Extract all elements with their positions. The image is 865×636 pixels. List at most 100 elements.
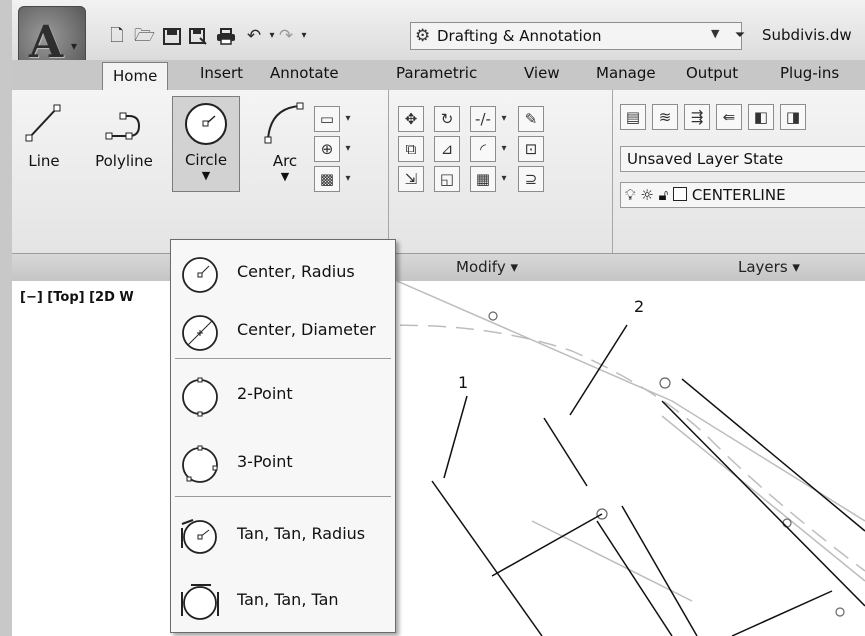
circle-tan-tan-tan-icon [181,584,219,620]
current-layer-select[interactable]: 💡︎ ☼ 🔓︎ CENTERLINE [620,182,865,208]
layers-panel-label: Layers [738,258,788,276]
save-icon[interactable] [162,28,182,45]
menu-item-label: 2-Point [237,384,293,403]
layers-panel-title[interactable]: Layers ▾ [738,258,800,276]
circle-dropdown-menu: Center, Radius Center, Diameter 2-Point … [170,239,396,633]
circle-center-diameter-icon [182,315,218,351]
sun-icon: ☼ [640,186,654,204]
layer-state-icon[interactable]: ≋ [652,104,678,130]
circle-icon [185,103,227,145]
chevron-down-icon[interactable]: ▾ [498,136,510,162]
tab-manage[interactable]: Manage [596,64,656,82]
tab-annotate[interactable]: Annotate [270,64,339,82]
offset-icon[interactable]: ⊇ [518,166,544,192]
move-icon[interactable]: ✥ [398,106,424,132]
menu-item-label: Tan, Tan, Radius [237,524,366,543]
circle-center-radius-icon [182,257,218,293]
circle-3-point-icon [182,445,218,483]
layer-isolate-icon[interactable]: ◧ [748,104,774,130]
circle-tan-tan-radius-icon [181,519,217,554]
chevron-down-icon[interactable]: ▾ [342,166,354,192]
menu-item-2-point[interactable]: 2-Point [171,366,395,422]
ribbon-panels: Line Polyline Circle ▼ Arc ▼ ▭ ▾ ⊕ ▾ ▩ ▾… [12,90,865,283]
fillet-icon[interactable]: ◜ [470,136,496,162]
circle-button[interactable]: Circle ▼ [172,96,240,192]
arc-button[interactable]: Arc ▼ [260,98,310,183]
redo-icon[interactable]: ↷ [276,28,296,45]
tab-home[interactable]: Home [102,62,169,90]
layer-state-select[interactable]: Unsaved Layer State [620,146,865,172]
layer-previous-icon[interactable]: ⇚ [716,104,742,130]
chevron-down-icon[interactable]: ▾ [342,136,354,162]
menu-separator [175,496,391,497]
circle-label: Circle [184,151,228,169]
panel-title-bar: Modify ▾ Layers ▾ [12,253,865,283]
tab-parametric[interactable]: Parametric [396,64,477,82]
chevron-down-icon[interactable]: ▾ [498,106,510,132]
mirror-icon[interactable]: ⊿ [434,136,460,162]
workspace-selector[interactable]: ⚙ Drafting & Annotation ▼ [410,22,742,50]
menu-item-label: Center, Diameter [237,320,376,339]
gear-icon: ⚙ [415,26,431,46]
lightbulb-icon: 💡︎ [625,186,636,204]
chevron-down-icon: ▼ [280,170,290,183]
polyline-button[interactable]: Polyline [82,98,166,180]
circle-2-point-icon [182,377,218,417]
menu-item-tan-tan-radius[interactable]: Tan, Tan, Radius [171,506,395,562]
file-title: Subdivis.dw [762,26,852,44]
chevron-down-icon: ▾ [792,258,800,276]
new-icon[interactable]: 🗋 [107,28,127,45]
rotate-icon[interactable]: ↻ [434,106,460,132]
tab-view[interactable]: View [524,64,560,82]
chevron-down-icon: ▼ [711,27,720,40]
scale-icon[interactable]: ◱ [434,166,460,192]
explode-icon[interactable]: ⊡ [518,136,544,162]
save-as-icon[interactable] [188,28,208,45]
layer-unisolate-icon[interactable]: ◨ [780,104,806,130]
unlock-icon: 🔓︎ [658,186,669,204]
trim-icon[interactable]: -/- [470,106,496,132]
line-icon [25,104,61,142]
menu-item-3-point[interactable]: 3-Point [171,434,395,490]
menu-item-tan-tan-tan[interactable]: Tan, Tan, Tan [171,572,395,628]
quick-access-toolbar: 🗋 🗁 ↶ ▾ ↷ ▾ ⚙ Drafting & Annotation ▼ ⏷ … [12,0,865,60]
modify-panel-title[interactable]: Modify ▾ [456,258,518,276]
color-swatch-icon [673,187,688,201]
menu-separator [175,358,391,359]
layer-match-icon[interactable]: ⇶ [684,104,710,130]
tab-insert[interactable]: Insert [200,64,243,82]
layer-properties-icon[interactable]: ▤ [620,104,646,130]
plot-icon[interactable] [216,28,236,45]
open-icon[interactable]: 🗁 [134,28,155,45]
menu-item-center-diameter[interactable]: Center, Diameter [171,302,395,358]
workspace-name: Drafting & Annotation [437,27,602,45]
menu-item-label: Center, Radius [237,262,355,281]
redo-dropdown-icon[interactable]: ▾ [294,28,314,44]
tab-output[interactable]: Output [686,64,738,82]
arc-icon [264,102,304,144]
drawing-canvas[interactable] [12,280,865,636]
menu-item-label: Tan, Tan, Tan [237,590,339,609]
undo-icon[interactable]: ↶ [244,28,264,45]
viewport-controls[interactable]: [−] [Top] [2D W [20,290,134,305]
erase-icon[interactable]: ✎ [518,106,544,132]
array-icon[interactable]: ▦ [470,166,496,192]
ellipse-icon[interactable]: ⊕ [314,136,340,162]
chevron-down-icon: ▼ [201,169,211,182]
current-layer-name: CENTERLINE [691,186,786,204]
menu-item-center-radius[interactable]: Center, Radius [171,244,395,300]
callout-1: 1 [458,373,469,392]
modify-panel-label: Modify [456,258,506,276]
rectangle-icon[interactable]: ▭ [314,106,340,132]
chevron-down-icon[interactable]: ▾ [342,106,354,132]
ribbon-tabs: Home Insert Annotate Parametric View Man… [12,60,865,91]
menu-item-label: 3-Point [237,452,293,471]
tab-plug-ins[interactable]: Plug-ins [780,64,839,82]
line-button[interactable]: Line [14,98,74,180]
copy-icon[interactable]: ⧉ [398,136,424,162]
drawing-geometry [371,280,865,636]
chevron-down-icon[interactable]: ▾ [498,166,510,192]
customize-toolbar-icon[interactable]: ⏷ [730,28,750,44]
stretch-icon[interactable]: ⇲ [398,166,424,192]
hatch-icon[interactable]: ▩ [314,166,340,192]
